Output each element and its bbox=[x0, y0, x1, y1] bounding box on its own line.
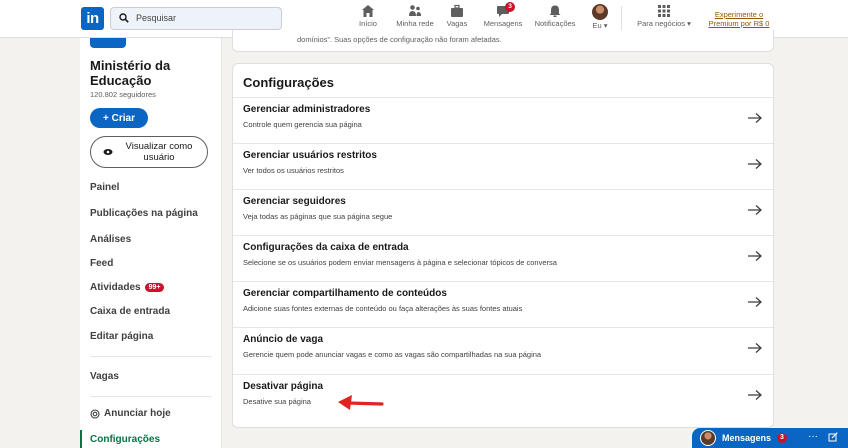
sidebar-item-dashboard[interactable]: Painel bbox=[90, 182, 119, 193]
settings-row-restricted-users[interactable]: Gerenciar usuários restritos Ver todos o… bbox=[233, 143, 773, 189]
avatar bbox=[592, 4, 608, 20]
settings-row-content-sharing[interactable]: Gerenciar compartilhamento de conteúdos … bbox=[233, 281, 773, 327]
page-logo-banner bbox=[90, 38, 126, 48]
messaging-dock-badge: 3 bbox=[777, 433, 787, 443]
notice-card: domínios”. Suas opções de configuração n… bbox=[232, 30, 774, 52]
sidebar-item-activity[interactable]: Atividades 99+ bbox=[90, 282, 165, 293]
arrow-right-icon bbox=[748, 390, 762, 400]
organization-name[interactable]: Ministério da Educação bbox=[90, 58, 215, 88]
page-admin-sidebar: Ministério da Educação 120.802 seguidore… bbox=[80, 38, 222, 448]
settings-row-job-posting[interactable]: Anúncio de vaga Gerencie quem pode anunc… bbox=[233, 327, 773, 373]
target-icon bbox=[90, 408, 100, 419]
bell-icon bbox=[549, 5, 561, 17]
sidebar-item-inbox[interactable]: Caixa de entrada bbox=[90, 306, 170, 317]
arrow-right-icon bbox=[748, 251, 762, 261]
messaging-dock[interactable]: Mensagens 3 ··· bbox=[692, 428, 848, 448]
arrow-right-icon bbox=[748, 159, 762, 169]
arrow-right-icon bbox=[748, 205, 762, 215]
sidebar-item-jobs[interactable]: Vagas bbox=[90, 371, 119, 382]
active-indicator bbox=[80, 430, 82, 448]
avatar bbox=[700, 430, 716, 446]
more-options-icon[interactable]: ··· bbox=[808, 431, 818, 442]
arrow-right-icon bbox=[748, 113, 762, 123]
eye-icon bbox=[103, 149, 113, 155]
sidebar-item-advertise[interactable]: Anunciar hoje bbox=[90, 408, 171, 419]
arrow-right-icon bbox=[748, 343, 762, 353]
sidebar-divider bbox=[90, 396, 212, 397]
home-icon bbox=[362, 5, 374, 17]
sidebar-item-edit-page[interactable]: Editar página bbox=[90, 331, 153, 342]
activity-badge: 99+ bbox=[144, 283, 165, 292]
settings-row-manage-admins[interactable]: Gerenciar administradores Controle quem … bbox=[233, 97, 773, 143]
messaging-label: Mensagens bbox=[722, 433, 772, 443]
search-placeholder: Pesquisar bbox=[136, 13, 177, 23]
annotation-arrow-icon bbox=[338, 395, 384, 410]
notice-text: domínios”. Suas opções de configuração n… bbox=[297, 35, 502, 44]
search-icon bbox=[119, 13, 129, 23]
settings-row-followers[interactable]: Gerenciar seguidores Veja todas as págin… bbox=[233, 189, 773, 235]
sidebar-item-settings[interactable]: Configurações bbox=[90, 434, 160, 445]
messaging-badge: 3 bbox=[505, 2, 515, 12]
create-button[interactable]: + Criar bbox=[90, 108, 148, 128]
premium-link[interactable]: Experimente o Premium por R$ 0 bbox=[706, 10, 772, 28]
settings-row-inbox[interactable]: Configurações da caixa de entrada Seleci… bbox=[233, 235, 773, 281]
network-icon bbox=[409, 5, 421, 16]
settings-card: Configurações Gerenciar administradores … bbox=[232, 63, 774, 428]
briefcase-icon bbox=[451, 4, 463, 17]
sidebar-item-analytics[interactable]: Análises bbox=[90, 234, 131, 245]
arrow-right-icon bbox=[748, 297, 762, 307]
sidebar-divider bbox=[90, 356, 212, 357]
linkedin-logo[interactable]: in bbox=[81, 7, 104, 30]
sidebar-item-page-posts[interactable]: Publicações na página bbox=[90, 208, 198, 219]
compose-icon[interactable] bbox=[828, 432, 838, 442]
sidebar-item-feed[interactable]: Feed bbox=[90, 258, 113, 269]
search-input[interactable]: Pesquisar bbox=[110, 7, 282, 30]
followers-count: 120.802 seguidores bbox=[90, 90, 156, 99]
view-as-member-button[interactable]: Visualizar como usuário bbox=[90, 136, 208, 168]
settings-row-deactivate-page[interactable]: Desativar página Desative sua página bbox=[233, 374, 773, 420]
settings-title: Configurações bbox=[243, 75, 335, 90]
grid-icon bbox=[658, 5, 670, 17]
